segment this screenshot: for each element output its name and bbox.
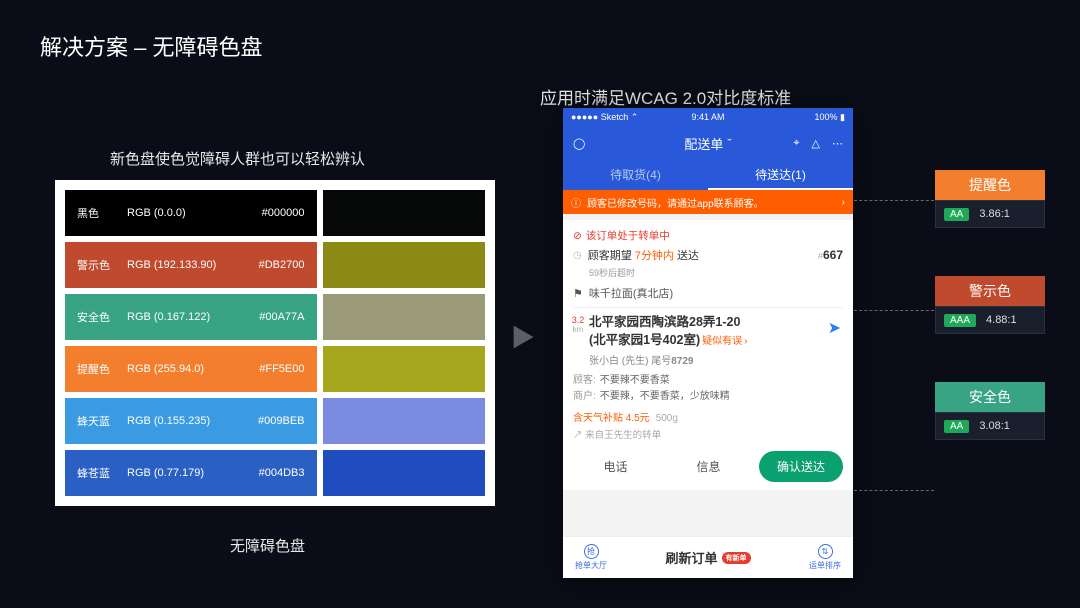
tag-ratio: AA3.08:1 xyxy=(935,412,1045,440)
phone-mockup: ●●●●● Sketch ⌃ 9:41 AM 100% ▮ ◯ 配送单ˇ ⌖ △… xyxy=(563,108,853,578)
palette-row: 安全色RGB (0.167.122)#00A77A xyxy=(65,294,485,340)
swatch-main: 安全色RGB (0.167.122)#00A77A xyxy=(65,294,317,340)
distance: 3.2km xyxy=(569,316,587,334)
appbar-title[interactable]: 配送单ˇ xyxy=(684,134,731,153)
message-button[interactable]: 信息 xyxy=(666,451,751,482)
refresh-orders[interactable]: 刷新订单有新单 xyxy=(619,548,797,567)
tag-label: 警示色 xyxy=(935,276,1045,306)
order-number: #667 xyxy=(818,248,843,262)
tag-label: 提醒色 xyxy=(935,170,1045,200)
arrow-icon xyxy=(508,320,542,354)
navigate-icon[interactable]: ➤ xyxy=(828,318,841,338)
recipient: 张小白 (先生) 尾号8729 xyxy=(589,352,843,367)
swatch-simulated xyxy=(323,450,486,496)
tag-ratio: AA3.86:1 xyxy=(935,200,1045,228)
connector-line xyxy=(854,310,934,311)
clock: 9:41 AM xyxy=(691,112,724,122)
palette-caption: 无障碍色盘 xyxy=(230,535,305,556)
more-icon[interactable]: ⋯ xyxy=(832,137,843,150)
alert-bar: ⓘ 顾客已修改号码，请通过app联系顾客。 › xyxy=(563,190,853,214)
color-palette: 黑色RGB (0.0.0)#000000 警示色RGB (192.133.90)#… xyxy=(55,180,495,506)
sort-orders[interactable]: ⇅运单排序 xyxy=(797,544,853,571)
swatch-main: 蜂苍蓝RGB (0.77.179)#004DB3 xyxy=(65,450,317,496)
forward-source: ↗ 来自王先生的转单 xyxy=(573,427,843,441)
profile-icon[interactable]: ◯ xyxy=(573,137,585,150)
palette-subtitle: 新色盘使色觉障碍人群也可以轻松辨认 xyxy=(110,148,365,169)
swatch-main: 警示色RGB (192.133.90)#DB2700 xyxy=(65,242,317,288)
palette-row: 蜂苍蓝RGB (0.77.179)#004DB3 xyxy=(65,450,485,496)
tag-ratio: AAA4.88:1 xyxy=(935,306,1045,334)
wcag-subtitle: 应用时满足WCAG 2.0对比度标准 xyxy=(540,84,791,109)
tag-label: 安全色 xyxy=(935,382,1045,412)
carrier-label: ●●●●● Sketch ⌃ xyxy=(571,112,638,123)
tab-bar: 待取货(4) 待送达(1) xyxy=(563,160,853,190)
battery-label: 100% ▮ xyxy=(815,112,845,123)
chevron-down-icon: ˇ xyxy=(727,136,731,151)
swatch-main: 提醒色RGB (255.94.0)#FF5E00 xyxy=(65,346,317,392)
contrast-tag: 安全色AA3.08:1 xyxy=(935,382,1045,440)
contrast-tag: 提醒色AA3.86:1 xyxy=(935,170,1045,228)
palette-row: 提醒色RGB (255.94.0)#FF5E00 xyxy=(65,346,485,392)
swatch-main: 黑色RGB (0.0.0)#000000 xyxy=(65,190,317,236)
shop-name: ⚑味千拉面(真北店) xyxy=(573,285,843,301)
swatch-simulated xyxy=(323,242,486,288)
palette-row: 蜂天蓝RGB (0.155.235)#009BEB xyxy=(65,398,485,444)
contrast-tag: 警示色AAA4.88:1 xyxy=(935,276,1045,334)
swatch-main: 蜂天蓝RGB (0.155.235)#009BEB xyxy=(65,398,317,444)
call-button[interactable]: 电话 xyxy=(573,451,658,482)
swatch-simulated xyxy=(323,294,486,340)
address: 北平家园西陶滨路28弄1-20 (北平家园1号402室)疑似有误› xyxy=(589,314,843,349)
expect-label: 顾客期望 7分钟内 送达 xyxy=(588,247,699,263)
palette-row: 警示色RGB (192.133.90)#DB2700 xyxy=(65,242,485,288)
order-card: ⊘该订单处于转单中 ◷ 顾客期望 7分钟内 送达 #667 59秒后超时 ⚑味千… xyxy=(563,220,853,490)
order-notes: 顾客:不要辣不要香菜 商户:不要辣，不要香菜，少放味精 xyxy=(573,373,843,405)
grab-hall[interactable]: 抢抢单大厅 xyxy=(563,544,619,571)
bottom-bar: 抢抢单大厅 刷新订单有新单 ⇅运单排序 xyxy=(563,536,853,578)
slide-title: 解决方案 – 无障碍色盘 xyxy=(40,30,1040,62)
connector-line xyxy=(854,200,934,201)
swatch-simulated xyxy=(323,398,486,444)
swatch-simulated xyxy=(323,190,486,236)
app-bar: ◯ 配送单ˇ ⌖ △ ⋯ xyxy=(563,126,853,160)
map-icon[interactable]: ⌖ xyxy=(793,137,799,150)
weather-supplement: 含天气补贴 4.5元500g xyxy=(573,409,843,424)
bell-icon[interactable]: △ xyxy=(812,137,820,150)
clock-icon: ◷ xyxy=(573,250,582,261)
tab-delivering[interactable]: 待送达(1) xyxy=(708,160,853,190)
connector-line xyxy=(854,490,934,491)
palette-row: 黑色RGB (0.0.0)#000000 xyxy=(65,190,485,236)
transfer-notice: ⊘该订单处于转单中 xyxy=(573,228,843,243)
close-icon[interactable]: › xyxy=(842,197,845,208)
status-bar: ●●●●● Sketch ⌃ 9:41 AM 100% ▮ xyxy=(563,108,853,126)
info-icon: ⓘ xyxy=(571,195,581,210)
contrast-tags: 提醒色AA3.86:1 警示色AAA4.88:1 安全色AA3.08:1 xyxy=(935,170,1045,440)
overdue-label: 59秒后超时 xyxy=(589,266,843,279)
confirm-button[interactable]: 确认送达 xyxy=(759,451,843,482)
tab-pending[interactable]: 待取货(4) xyxy=(563,160,708,190)
store-icon: ⚑ xyxy=(573,287,583,300)
swatch-simulated xyxy=(323,346,486,392)
